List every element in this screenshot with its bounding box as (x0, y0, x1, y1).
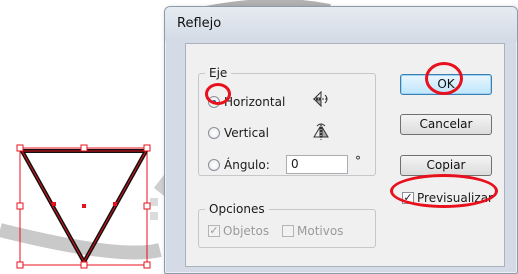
vertical-axis-icon (313, 123, 329, 140)
reflect-dialog: Reflejo Eje Horizontal Vertical Ángulo: … (164, 6, 518, 274)
axis-legend: Eje (209, 66, 228, 80)
horizontal-radio[interactable] (208, 96, 220, 108)
horizontal-option[interactable]: Horizontal (208, 93, 285, 111)
vertical-radio[interactable] (208, 127, 220, 139)
angle-label: Ángulo: (224, 158, 270, 172)
objects-label: Objetos (223, 224, 270, 238)
angle-option[interactable]: Ángulo: (208, 156, 270, 174)
patterns-label: Motivos (297, 224, 344, 238)
dialog-titlebar[interactable]: Reflejo (165, 7, 517, 41)
horizontal-axis-icon (313, 90, 328, 108)
preview-option[interactable]: ✓ Previsualizar (402, 189, 493, 207)
options-legend: Opciones (209, 202, 265, 216)
patterns-option: Motivos (282, 222, 343, 240)
degree-symbol: ° (355, 154, 361, 168)
ok-button[interactable]: OK (400, 74, 492, 95)
vertical-label: Vertical (224, 126, 269, 140)
angle-input[interactable]: 0 (286, 155, 348, 174)
dialog-body: Eje Horizontal Vertical Ángulo: 0 ° Opci… (185, 43, 505, 267)
horizontal-label: Horizontal (224, 95, 286, 109)
copy-button[interactable]: Copiar (400, 155, 492, 176)
angle-radio[interactable] (208, 159, 220, 171)
preview-label: Previsualizar (417, 191, 493, 205)
objects-option: ✓ Objetos (208, 222, 269, 240)
cancel-button[interactable]: Cancelar (400, 114, 492, 135)
dialog-title: Reflejo (177, 16, 222, 31)
preview-checkbox[interactable]: ✓ (402, 192, 414, 204)
patterns-checkbox (282, 225, 294, 237)
objects-checkbox: ✓ (208, 224, 220, 237)
vertical-option[interactable]: Vertical (208, 124, 269, 142)
